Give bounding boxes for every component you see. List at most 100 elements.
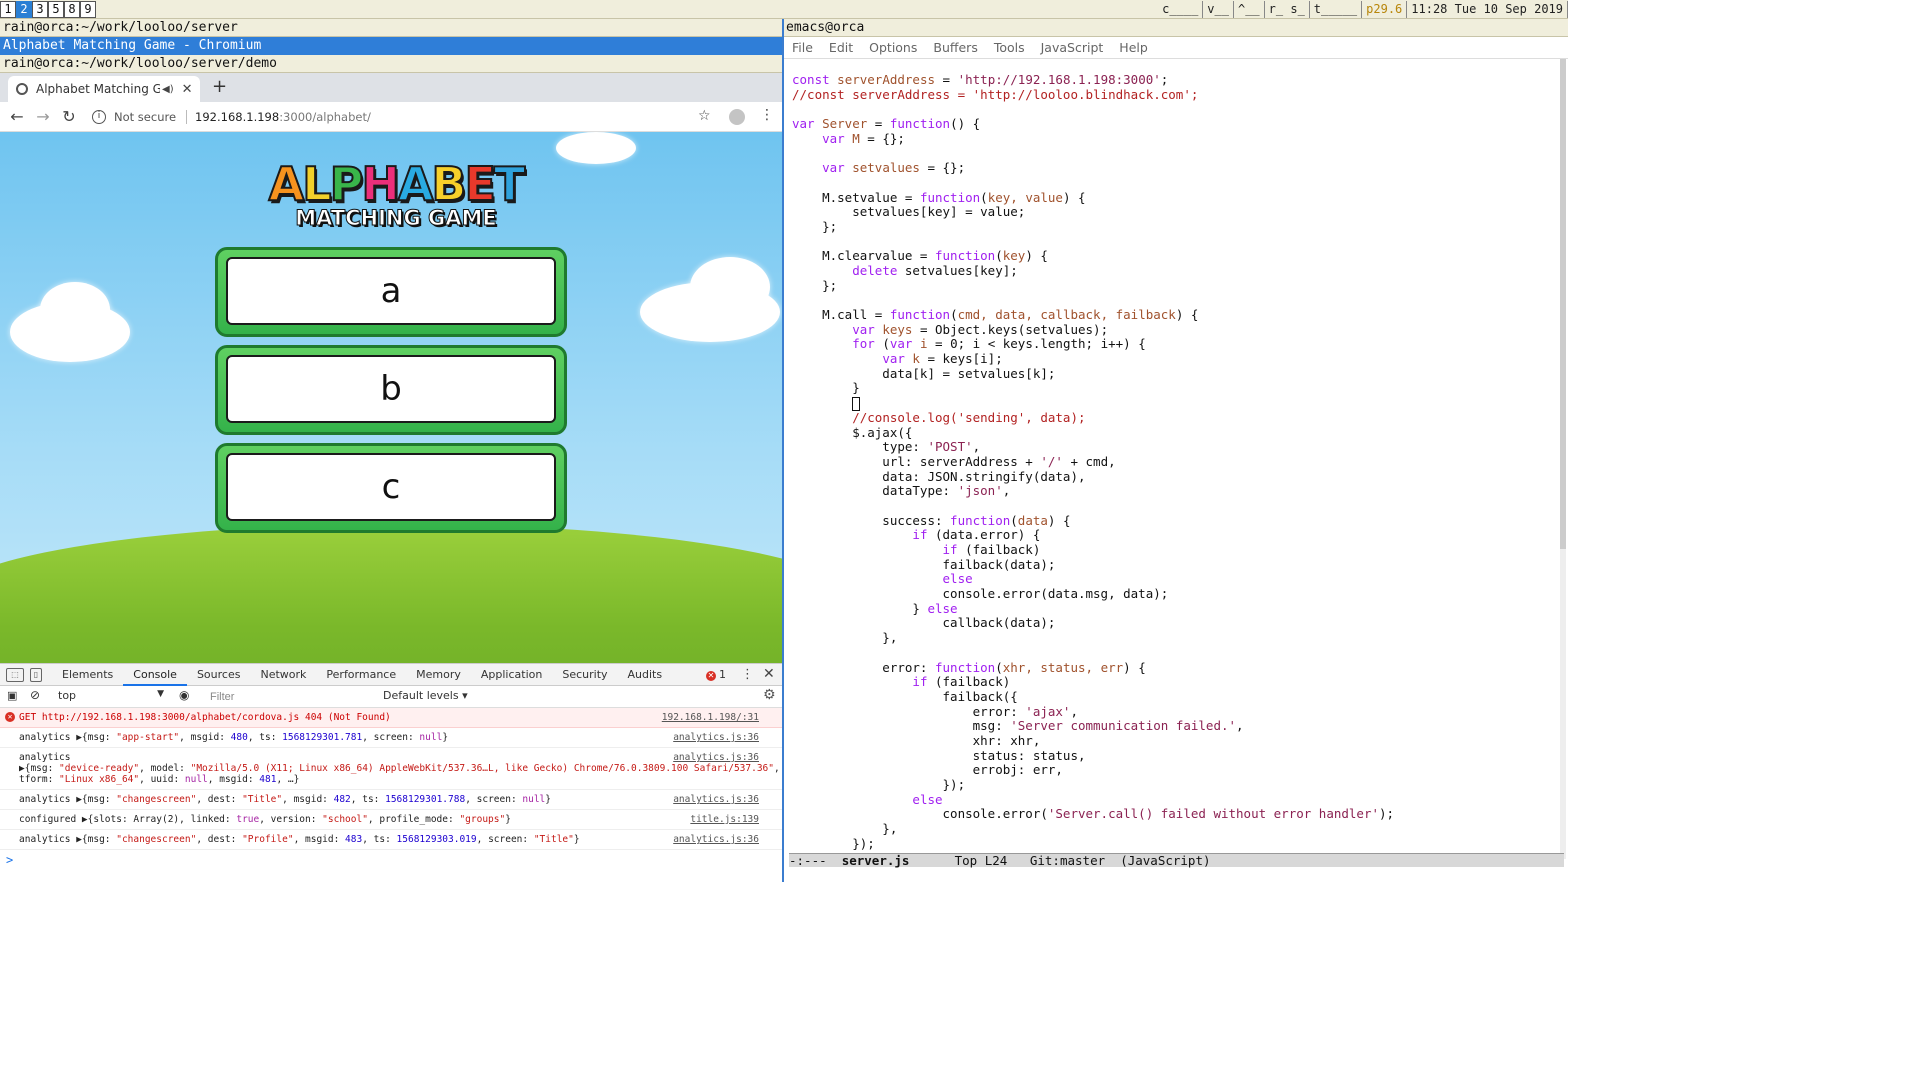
menu-tools[interactable]: Tools [986, 40, 1033, 55]
devtools-tab-sources[interactable]: Sources [187, 664, 251, 686]
forward-icon[interactable]: → [30, 107, 56, 126]
source-link[interactable]: title.js:139 [690, 814, 759, 825]
info-icon[interactable]: i [92, 110, 106, 124]
terminal-title-2[interactable]: rain@orca:~/work/looloo/server/demo [0, 55, 783, 73]
code-line: else [912, 791, 943, 807]
devtools-tab-audits[interactable]: Audits [618, 664, 673, 686]
browser-menu-icon[interactable]: ⋮ [760, 107, 774, 123]
scrollbar-thumb[interactable] [1560, 59, 1566, 549]
device-toolbar-icon[interactable]: ▯ [30, 667, 42, 682]
source-link[interactable]: analytics.js:36 [673, 752, 759, 763]
source-link[interactable]: analytics.js:36 [673, 834, 759, 845]
log-text: analytics ▶{msg: "app-start", msgid: 480… [19, 732, 449, 743]
error-counter[interactable]: ✕ 1 [706, 668, 726, 681]
devtools-tab-network[interactable]: Network [250, 664, 316, 686]
letter-button-c[interactable]: c [215, 443, 567, 533]
context-selector[interactable]: top ▼ [58, 689, 166, 704]
devtools-menu-icon[interactable]: ⋮ [741, 667, 754, 682]
devtools-tab-console[interactable]: Console [123, 664, 187, 686]
editor-scrollbar[interactable] [1560, 59, 1566, 859]
address-bar[interactable]: i Not secure 192.168.1.198 :3000/alphabe… [92, 107, 716, 127]
devtools-tab-security[interactable]: Security [552, 664, 617, 686]
bookmark-star-icon[interactable]: ☆ [698, 108, 711, 124]
not-secure-label: Not secure [114, 110, 177, 124]
log-levels-dropdown[interactable]: Default levels ▾ [383, 689, 468, 702]
workspace-3[interactable]: 3 [32, 1, 48, 18]
console-filter-input[interactable] [206, 689, 376, 705]
code-line: M.setvalue = function(key, value) { [792, 189, 1086, 205]
modeline-buffer-name: server.js [841, 853, 910, 868]
modeline-mode: (JavaScript) [1120, 853, 1211, 868]
code-line: url: serverAddress + '/' + cmd, [792, 453, 1116, 469]
console-prompt[interactable]: > [0, 850, 783, 870]
system-status: c____ v__ ^__ r_ s_ t_____ p29.6 11:28 Tue 10 … [1158, 1, 1568, 18]
code-line: M.clearvalue = function(key) { [792, 248, 1048, 264]
devtools-tab-application[interactable]: Application [471, 664, 552, 686]
inspect-element-icon[interactable]: ⬚ [6, 667, 24, 682]
close-devtools-icon[interactable]: ✕ [763, 666, 775, 682]
code-line: dataType: 'json', [792, 483, 1011, 499]
status-segment: 11:28 Tue 10 Sep 2019 [1407, 1, 1568, 18]
letter-button-b[interactable]: b [215, 345, 567, 435]
workspace-8[interactable]: 8 [64, 1, 80, 18]
menu-file[interactable]: File [784, 40, 821, 55]
letter-label: a [226, 257, 556, 325]
workspace-1[interactable]: 1 [0, 1, 16, 18]
source-link[interactable]: analytics.js:36 [673, 732, 759, 743]
live-expression-eye-icon[interactable]: ◉ [179, 688, 189, 702]
menu-javascript[interactable]: JavaScript [1033, 40, 1112, 55]
speaker-icon[interactable]: ◀) [162, 84, 174, 95]
code-line: var Server = function() { [792, 116, 981, 132]
new-tab-button[interactable]: + [212, 76, 227, 97]
workspace-list: 123589 [0, 1, 96, 18]
source-link[interactable]: 192.168.1.198/:31 [662, 712, 759, 723]
console-log-row[interactable]: configured ▶{slots: Array(2), linked: tr… [0, 810, 783, 830]
logo-letter: T [493, 157, 526, 211]
code-editor[interactable]: const serverAddress = 'http://192.168.1.… [792, 72, 1552, 853]
menu-buffers[interactable]: Buffers [925, 40, 985, 55]
modeline-vc: Git:master [1029, 853, 1106, 868]
reload-icon[interactable]: ↻ [56, 107, 82, 126]
status-segment: r_ s_ [1265, 1, 1310, 18]
code-line: data: JSON.stringify(data), [792, 468, 1086, 484]
log-object[interactable]: ▶{msg: "device-ready", model: "Mozilla/5… [19, 763, 783, 774]
devtools-tab-elements[interactable]: Elements [52, 664, 123, 686]
console-log: ✕ GET http://192.168.1.198:3000/alphabet/… [0, 708, 783, 870]
profile-avatar-icon[interactable] [729, 109, 745, 125]
console-settings-gear-icon[interactable]: ⚙ [763, 687, 776, 703]
status-segment: c____ [1158, 1, 1204, 18]
console-error-row[interactable]: ✕ GET http://192.168.1.198:3000/alphabet/… [0, 708, 783, 728]
status-segment: ^__ [1234, 1, 1265, 18]
sidebar-toggle-icon[interactable]: ▣ [7, 689, 17, 702]
browser-window-title[interactable]: Alphabet Matching Game - Chromium [0, 37, 783, 55]
close-tab-icon[interactable]: ✕ [182, 82, 193, 97]
console-log-row[interactable]: analytics ▶{msg: "changescreen", dest: "… [0, 830, 783, 850]
terminal-title-1[interactable]: rain@orca:~/work/looloo/server [0, 19, 783, 37]
workspace-2[interactable]: 2 [16, 1, 32, 18]
code-line: console.error(data.msg, data); [792, 586, 1169, 602]
back-icon[interactable]: ← [4, 107, 30, 126]
menu-edit[interactable]: Edit [821, 40, 861, 55]
menu-options[interactable]: Options [861, 40, 925, 55]
code-line: } [792, 380, 860, 396]
workspace-5[interactable]: 5 [48, 1, 64, 18]
code-line: }); [792, 777, 966, 792]
devtools-tab-performance[interactable]: Performance [316, 664, 406, 686]
browser-tab[interactable]: Alphabet Matching Ga ◀) ✕ [8, 76, 200, 102]
devtools-tab-memory[interactable]: Memory [406, 664, 471, 686]
code-line: msg: 'Server communication failed.', [792, 718, 1244, 734]
console-log-row[interactable]: analytics ▶{msg: "app-start", msgid: 480… [0, 728, 783, 748]
source-link[interactable]: analytics.js:36 [673, 794, 759, 805]
console-log-row[interactable]: analytics ▶{msg: "changescreen", dest: "… [0, 790, 783, 810]
clear-console-icon[interactable]: ⊘ [30, 688, 40, 702]
code-line: var keys = Object.keys(setvalues); [852, 321, 1109, 337]
console-log-row[interactable]: analytics ▶{msg: "device-ready", model: "… [0, 748, 783, 790]
devtools-tab-bar: ⬚ ▯ Elements Console Sources Network Perform… [0, 664, 783, 686]
code-line: errobj: err, [792, 762, 1063, 778]
menu-help[interactable]: Help [1111, 40, 1156, 55]
workspace-9[interactable]: 9 [80, 1, 96, 18]
code-line: delete setvalues[key]; [852, 262, 1018, 278]
logo-letter: B [430, 157, 467, 211]
letter-button-a[interactable]: a [215, 247, 567, 337]
